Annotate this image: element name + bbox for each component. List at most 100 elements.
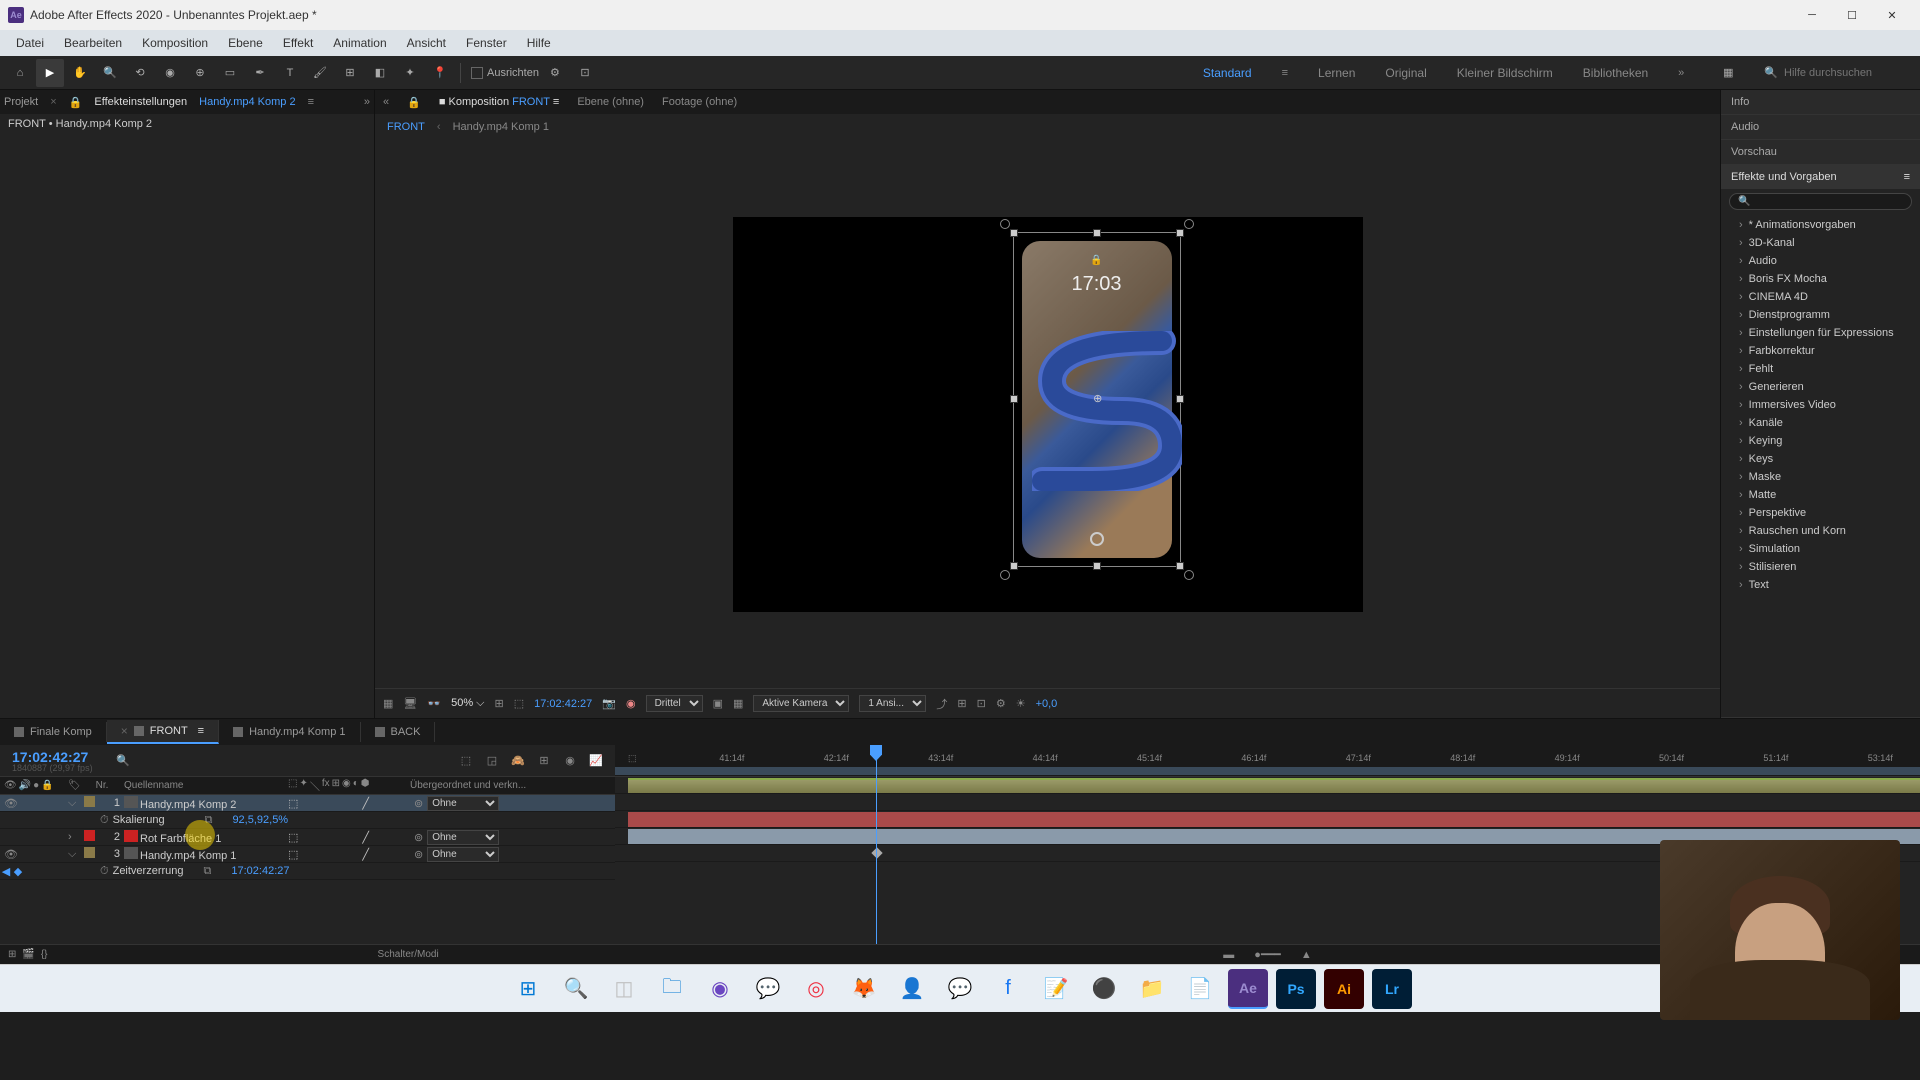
audio-column-icon[interactable]: 🔊 xyxy=(19,780,31,791)
transparency-icon[interactable]: ▦ xyxy=(733,697,743,710)
brainstorm-icon[interactable]: {} xyxy=(41,949,48,960)
app-icon[interactable]: 👤 xyxy=(892,969,932,1009)
workspace-panel-icon[interactable]: ▦ xyxy=(1714,59,1742,87)
property-row-timeremap[interactable]: ◀ ◆ ⏱ Zeitverzerrung ⧉ 17:02:42:27 xyxy=(0,863,615,880)
column-nr[interactable]: Nr. xyxy=(84,780,120,791)
handle-bot-right[interactable] xyxy=(1176,562,1184,570)
render-queue-icon[interactable]: 🎬 xyxy=(22,949,34,960)
keyframe-nav-prev[interactable]: ◀ xyxy=(0,865,12,878)
selection-tool-icon[interactable]: ▶ xyxy=(36,59,64,87)
layer-search-icon[interactable]: 🔍 xyxy=(116,754,130,767)
mask-icon[interactable]: 👓 xyxy=(427,697,441,710)
display-icon[interactable]: 🖥 xyxy=(403,697,417,710)
zoom-dropdown[interactable]: 50% ⌵ xyxy=(451,697,484,710)
scale-value[interactable]: 92,5,92,5% xyxy=(212,814,288,826)
app-icon[interactable]: 📝 xyxy=(1036,969,1076,1009)
clone-tool-icon[interactable]: ⊞ xyxy=(336,59,364,87)
resolution-icon[interactable]: ⊞ xyxy=(495,697,504,710)
tab-footage[interactable]: Footage (ohne) xyxy=(662,96,737,108)
pickwhip-icon[interactable]: ⊚ xyxy=(414,848,423,861)
tab-composition[interactable]: ■ Komposition FRONT ≡ xyxy=(439,96,559,108)
tab-project[interactable]: Projekt xyxy=(4,96,38,108)
tab-layer[interactable]: Ebene (ohne) xyxy=(577,96,644,108)
handle-bot-left[interactable] xyxy=(1010,562,1018,570)
effects-category[interactable]: Einstellungen für Expressions xyxy=(1721,324,1920,342)
menu-ansicht[interactable]: Ansicht xyxy=(397,32,456,54)
rotate-handle[interactable] xyxy=(1184,570,1194,580)
zoom-out-icon[interactable]: ▬ xyxy=(1223,949,1234,961)
magnification-icon[interactable]: ▦ xyxy=(383,697,393,710)
messenger-icon[interactable]: 💬 xyxy=(940,969,980,1009)
lock-column-icon[interactable]: 🔒 xyxy=(41,780,53,791)
app-icon[interactable]: ◎ xyxy=(796,969,836,1009)
explorer-icon[interactable]: 🗀 xyxy=(652,969,692,1009)
column-parent[interactable]: Übergeordnet und verkn... xyxy=(404,780,615,791)
close-button[interactable]: ✕ xyxy=(1872,1,1912,29)
effects-category[interactable]: Audio xyxy=(1721,252,1920,270)
snap-toggle[interactable]: Ausrichten xyxy=(471,67,539,79)
handle-bot-mid[interactable] xyxy=(1093,562,1101,570)
rotate-handle[interactable] xyxy=(1000,570,1010,580)
orbit-tool-icon[interactable]: ⟲ xyxy=(126,59,154,87)
menu-datei[interactable]: Datei xyxy=(6,32,54,54)
anchor-tool-icon[interactable]: ⊕ xyxy=(186,59,214,87)
start-button[interactable]: ⊞ xyxy=(508,969,548,1009)
effects-category[interactable]: Perspektive xyxy=(1721,504,1920,522)
comp-mini-flowchart-icon[interactable]: ⬚ xyxy=(455,750,477,772)
handle-top-mid[interactable] xyxy=(1093,229,1101,237)
draft3d-icon[interactable]: ◲ xyxy=(481,750,503,772)
firefox-icon[interactable]: 🦊 xyxy=(844,969,884,1009)
guides-icon[interactable]: ⊡ xyxy=(977,697,986,710)
effects-category[interactable]: 3D-Kanal xyxy=(1721,234,1920,252)
layer-row-1[interactable]: 👁 ⌵ 1 Handy.mp4 Komp 2 ⬚╱ ⊚ Ohne xyxy=(0,795,615,812)
zoom-in-icon[interactable]: ▲ xyxy=(1301,949,1312,961)
channel-icon[interactable]: ◉ xyxy=(626,697,636,710)
eye-column-icon[interactable]: 👁 xyxy=(4,780,17,791)
panel-collapse-icon[interactable]: « xyxy=(383,96,389,108)
zoom-slider[interactable]: ●━━━ xyxy=(1254,948,1281,961)
effects-category[interactable]: Matte xyxy=(1721,486,1920,504)
shape-tool-icon[interactable]: ▭ xyxy=(216,59,244,87)
nav-front[interactable]: FRONT xyxy=(387,121,425,133)
layer-row-2[interactable]: › 2 Rot Farbfläche 1 ⬚╱ ⊚ Ohne xyxy=(0,829,615,846)
handle-mid-left[interactable] xyxy=(1010,395,1018,403)
frame-blend-icon[interactable]: ⬚ xyxy=(514,697,524,710)
effects-category[interactable]: Farbkorrektur xyxy=(1721,342,1920,360)
switches-modes-toggle[interactable]: Schalter/Modi xyxy=(378,949,439,960)
lock-icon[interactable]: 🔒 xyxy=(69,96,83,109)
keyframe-marker[interactable] xyxy=(872,847,883,858)
menu-hilfe[interactable]: Hilfe xyxy=(517,32,561,54)
timeline-tab-back[interactable]: BACK xyxy=(361,722,436,742)
panel-vorschau[interactable]: Vorschau xyxy=(1721,140,1920,164)
effects-category[interactable]: Keying xyxy=(1721,432,1920,450)
handle-mid-right[interactable] xyxy=(1176,395,1184,403)
pickwhip-icon[interactable]: ⊚ xyxy=(414,831,423,844)
illustrator-icon[interactable]: Ai xyxy=(1324,969,1364,1009)
parent-dropdown[interactable]: Ohne xyxy=(427,830,499,845)
stopwatch-icon[interactable]: ⏱ xyxy=(100,814,109,827)
workspace-standard[interactable]: Standard xyxy=(1203,66,1252,80)
link-icon[interactable]: ⧉ xyxy=(205,814,213,827)
folder-icon[interactable]: 📁 xyxy=(1132,969,1172,1009)
add-keyframe-icon[interactable]: ◆ xyxy=(12,865,24,878)
menu-ebene[interactable]: Ebene xyxy=(218,32,273,54)
text-tool-icon[interactable]: T xyxy=(276,59,304,87)
grid-icon[interactable]: ⊡ xyxy=(571,59,599,87)
lock-icon[interactable]: 🔒 xyxy=(407,96,421,109)
views-dropdown[interactable]: 1 Ansi... xyxy=(859,695,926,712)
frame-blend-icon[interactable]: ⊞ xyxy=(533,750,555,772)
minimize-button[interactable]: ─ xyxy=(1792,1,1832,29)
eraser-tool-icon[interactable]: ◧ xyxy=(366,59,394,87)
zoom-tool-icon[interactable]: 🔍 xyxy=(96,59,124,87)
exposure-icon[interactable]: ☀ xyxy=(1016,697,1026,710)
effects-category[interactable]: Text xyxy=(1721,576,1920,594)
column-name[interactable]: Quellenname xyxy=(120,780,288,791)
toggle-switches-icon[interactable]: ⊞ xyxy=(8,949,16,960)
help-search[interactable]: 🔍 xyxy=(1764,66,1904,79)
playhead[interactable] xyxy=(876,745,877,964)
after-effects-icon[interactable]: Ae xyxy=(1228,969,1268,1009)
exposure-value[interactable]: +0,0 xyxy=(1036,698,1058,710)
property-row-scale[interactable]: ⏱ Skalierung ⧉ 92,5,92,5% xyxy=(0,812,615,829)
hand-tool-icon[interactable]: ✋ xyxy=(66,59,94,87)
layer-bar-2[interactable] xyxy=(628,812,1920,827)
